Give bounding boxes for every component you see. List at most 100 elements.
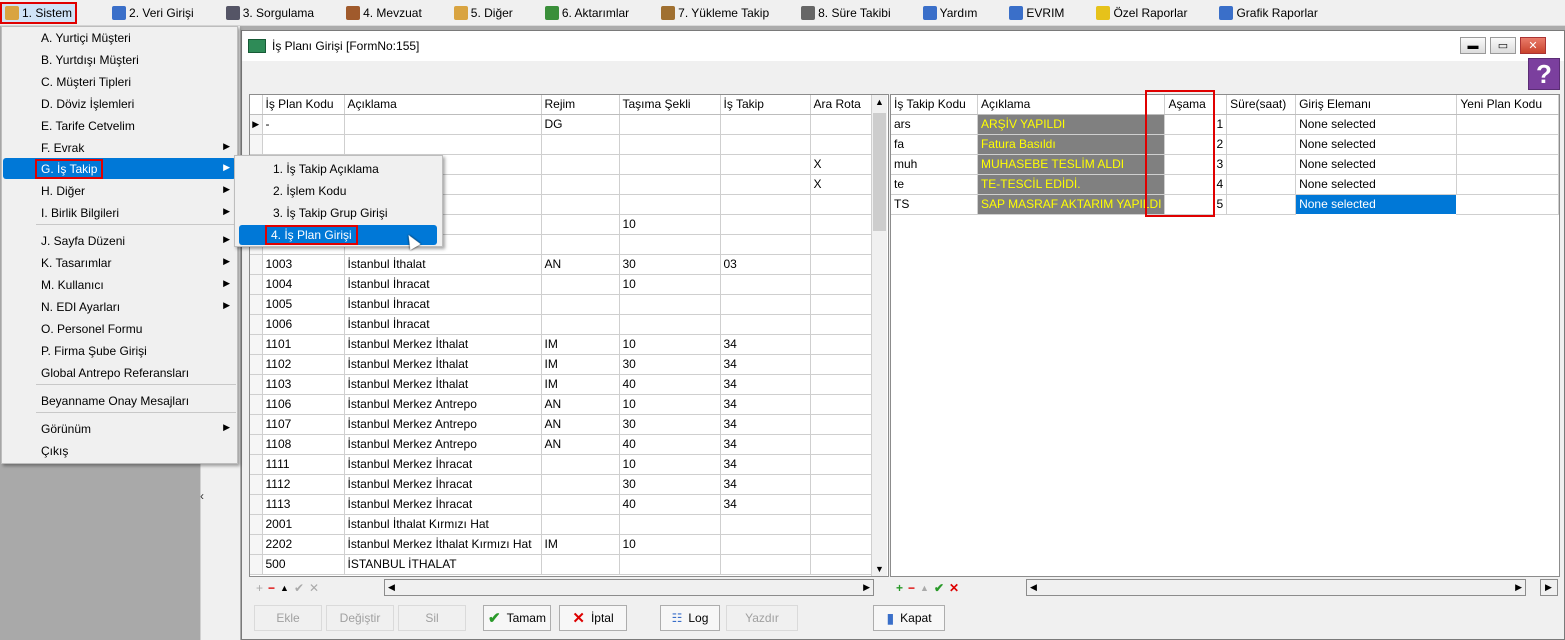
grid-cell[interactable]: TE-TESCİL EDİDİ. — [977, 174, 1166, 195]
grid-cell[interactable]: Fatura Basıldı — [977, 134, 1166, 155]
submenu-item-1[interactable]: 1. İş Takip Açıklama — [239, 159, 437, 179]
grid-cell[interactable]: 40 — [619, 494, 721, 515]
grid-cell[interactable]: İstanbul İthalat — [344, 254, 542, 275]
left-grid-hscroll[interactable]: ◀ ▶ — [384, 579, 874, 596]
grid-cell[interactable]: İstanbul İhracat — [344, 294, 542, 315]
grid-cell[interactable] — [810, 494, 875, 515]
dropdown-item-16[interactable]: Beyanname Onay Mesajları — [3, 390, 236, 411]
dropdown-item-8[interactable]: I. Birlik Bilgileri ▶ — [3, 202, 236, 223]
grid-cell[interactable]: 34 — [720, 454, 811, 475]
dropdown-item-9[interactable]: J. Sayfa Düzeni ▶ — [3, 230, 236, 251]
table-row[interactable]: 1106 İstanbul Merkez Antrepo AN 10 34 — [250, 394, 875, 415]
grid-cell[interactable] — [810, 474, 875, 495]
move-up-icon[interactable]: ▲ — [920, 583, 929, 593]
grid-cell[interactable]: 1101 — [262, 334, 345, 355]
table-row[interactable]: 1004 İstanbul İhracat 10 — [250, 274, 875, 295]
right-grid-corner-scroll[interactable]: ▶ — [1540, 579, 1558, 596]
grid-cell[interactable] — [541, 474, 620, 495]
grid-cell[interactable]: 1102 — [262, 354, 345, 375]
grid-cell[interactable] — [720, 194, 811, 215]
grid-cell[interactable]: 34 — [720, 494, 811, 515]
grid-cell[interactable]: 1111 — [262, 454, 345, 475]
grid-cell[interactable]: 30 — [619, 474, 721, 495]
dropdown-item-3[interactable]: D. Döviz İşlemleri — [3, 93, 236, 114]
right-col-header-4[interactable]: Giriş Elemanı — [1295, 95, 1458, 115]
menu-veri-girisi[interactable]: 2. Veri Girişi — [107, 2, 199, 24]
grid-cell[interactable]: İstanbul Merkez Antrepo — [344, 414, 542, 435]
grid-cell[interactable] — [619, 234, 721, 255]
grid-cell[interactable] — [1226, 114, 1297, 135]
grid-cell[interactable] — [541, 174, 620, 195]
grid-cell[interactable] — [619, 154, 721, 175]
grid-cell[interactable] — [720, 294, 811, 315]
grid-cell[interactable] — [541, 234, 620, 255]
grid-cell[interactable]: 1 — [1164, 114, 1228, 135]
yazdir-button[interactable]: Yazdır — [726, 605, 798, 631]
grid-cell[interactable]: İstanbul Merkez İhracat — [344, 474, 542, 495]
dropdown-item-0[interactable]: A. Yurtiçi Müşteri — [3, 27, 236, 48]
left-grid-vscroll-thumb[interactable] — [873, 113, 886, 231]
grid-cell[interactable] — [720, 554, 811, 575]
scroll-right-icon[interactable]: ▶ — [1545, 582, 1552, 593]
dropdown-item-18[interactable]: Çıkış — [3, 440, 236, 461]
dropdown-item-1[interactable]: B. Yurtdışı Müşteri — [3, 49, 236, 70]
menu-yardim[interactable]: Yardım — [918, 2, 983, 24]
grid-cell[interactable]: SAP MASRAF AKTARIM YAPILDI — [977, 194, 1166, 215]
grid-cell[interactable]: 34 — [720, 474, 811, 495]
table-row[interactable]: 1101 İstanbul Merkez İthalat IM 10 34 — [250, 334, 875, 355]
table-row[interactable]: 1108 İstanbul Merkez Antrepo AN 40 34 — [250, 434, 875, 455]
grid-cell[interactable] — [810, 414, 875, 435]
grid-cell[interactable] — [720, 114, 811, 135]
grid-cell[interactable]: te — [891, 174, 978, 195]
grid-cell[interactable]: 10 — [619, 394, 721, 415]
grid-cell[interactable] — [541, 194, 620, 215]
left-col-header-4[interactable]: İş Takip — [720, 95, 811, 115]
dropdown-item-13[interactable]: O. Personel Formu — [3, 318, 236, 339]
left-col-header-2[interactable]: Rejim — [541, 95, 620, 115]
table-row[interactable]: TS SAP MASRAF AKTARIM YAPILDI 5 None select… — [891, 193, 1559, 215]
grid-cell[interactable]: 34 — [720, 334, 811, 355]
left-col-header-5[interactable]: Ara Rota — [810, 95, 875, 115]
table-row[interactable]: ars ARŞİV YAPILDI 1 None selected — [891, 114, 1559, 135]
grid-cell[interactable] — [1456, 154, 1559, 175]
table-row[interactable]: te TE-TESCİL EDİDİ. 4 None selected — [891, 174, 1559, 195]
grid-cell[interactable] — [541, 134, 620, 155]
grid-cell[interactable]: 10 — [619, 534, 721, 555]
grid-cell[interactable] — [541, 154, 620, 175]
grid-cell[interactable]: AN — [541, 434, 620, 455]
grid-cell[interactable] — [810, 274, 875, 295]
tamam-button[interactable]: ✔ Tamam — [483, 605, 551, 631]
grid-cell[interactable] — [541, 494, 620, 515]
grid-cell[interactable] — [541, 314, 620, 335]
dropdown-item-2[interactable]: C. Müşteri Tipleri — [3, 71, 236, 92]
grid-cell[interactable]: İstanbul Merkez İthalat — [344, 374, 542, 395]
grid-cell[interactable]: 1103 — [262, 374, 345, 395]
grid-cell[interactable] — [1456, 114, 1559, 135]
grid-cell[interactable] — [810, 254, 875, 275]
grid-cell[interactable] — [720, 134, 811, 155]
table-row[interactable]: fa Fatura Basıldı 2 None selected — [891, 134, 1559, 155]
grid-cell[interactable] — [810, 234, 875, 255]
grid-cell[interactable]: 1003 — [262, 254, 345, 275]
grid-cell[interactable] — [810, 114, 875, 135]
table-row[interactable]: 1103 İstanbul Merkez İthalat IM 40 34 — [250, 374, 875, 395]
grid-cell[interactable]: 10 — [619, 454, 721, 475]
grid-cell[interactable] — [810, 194, 875, 215]
dropdown-item-15[interactable]: Global Antrepo Referansları — [3, 362, 236, 383]
grid-cell[interactable]: 34 — [720, 354, 811, 375]
menu-sorgulama[interactable]: 3. Sorgulama — [221, 2, 319, 24]
delete-record-icon[interactable]: − — [268, 581, 275, 595]
grid-cell[interactable] — [810, 214, 875, 235]
grid-cell[interactable]: İstanbul Merkez Antrepo — [344, 394, 542, 415]
grid-cell[interactable]: 1005 — [262, 294, 345, 315]
grid-cell[interactable] — [1226, 154, 1297, 175]
dropdown-item-12[interactable]: N. EDI Ayarları ▶ — [3, 296, 236, 317]
dropdown-item-7[interactable]: H. Diğer ▶ — [3, 180, 236, 201]
right-col-header-3[interactable]: Süre(saat) — [1226, 95, 1297, 115]
post-record-icon[interactable]: ✔ — [934, 581, 944, 595]
grid-cell[interactable]: 30 — [619, 254, 721, 275]
grid-cell[interactable]: 2 — [1164, 134, 1228, 155]
grid-cell[interactable]: ARŞİV YAPILDI — [977, 114, 1166, 135]
grid-cell[interactable] — [810, 134, 875, 155]
grid-cell[interactable]: 1006 — [262, 314, 345, 335]
